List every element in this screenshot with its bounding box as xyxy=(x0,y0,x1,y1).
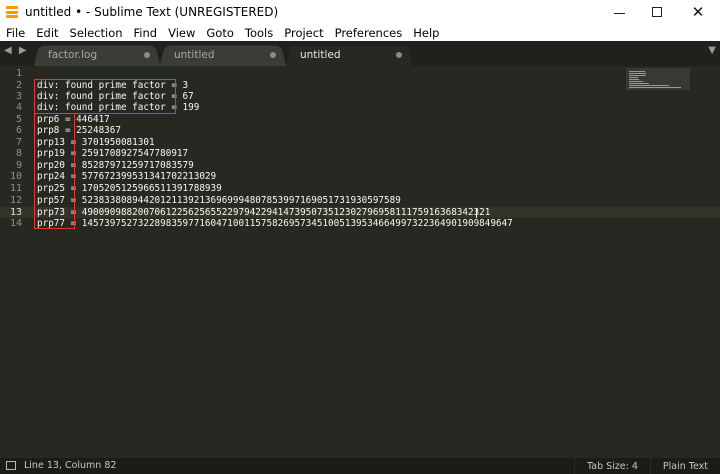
menu-selection[interactable]: Selection xyxy=(70,26,123,40)
text-cursor xyxy=(476,208,477,218)
minimap[interactable] xyxy=(626,68,690,90)
minimize-button[interactable] xyxy=(600,0,638,24)
code-line[interactable]: prp57 = 52383380894420121139213696999480… xyxy=(37,195,401,206)
status-bar: Line 13, Column 82 Tab Size: 4 Plain Tex… xyxy=(0,458,720,474)
close-button[interactable]: ✕ xyxy=(676,0,720,24)
annotation-box-prp-labels xyxy=(34,113,75,229)
editor-pane[interactable]: 1 2 3 4 5 6 7 8 9 10 11 12 13 14 div: fo… xyxy=(0,66,720,458)
maximize-icon xyxy=(652,7,662,17)
window-controls: ✕ xyxy=(600,0,720,24)
tab-close-icon[interactable] xyxy=(144,52,150,58)
menu-project[interactable]: Project xyxy=(284,26,323,40)
cursor-position: Line 13, Column 82 xyxy=(24,460,117,471)
sublime-text-icon xyxy=(4,4,20,20)
menu-help[interactable]: Help xyxy=(413,26,439,40)
tab-close-icon[interactable] xyxy=(270,52,276,58)
line-number: 4 xyxy=(15,102,22,113)
line-number: 10 xyxy=(9,171,22,182)
line-number: 5 xyxy=(15,114,22,125)
line-number: 14 xyxy=(9,218,22,229)
tab-bar: ◀ ▶ factor.log untitled untitled ▼ xyxy=(0,41,720,66)
menu-view[interactable]: View xyxy=(168,26,195,40)
tab-scroll-arrows-icon[interactable]: ◀ ▶ xyxy=(4,45,29,56)
tab-factor-log[interactable]: factor.log xyxy=(34,44,160,66)
tab-label: untitled xyxy=(174,49,215,61)
maximize-button[interactable] xyxy=(638,0,676,24)
window-title: untitled • - Sublime Text (UNREGISTERED) xyxy=(25,5,279,19)
code-line-current[interactable]: prp73 = 49009098820070612256256552297942… xyxy=(37,207,490,218)
line-number: 6 xyxy=(15,125,22,136)
line-number: 11 xyxy=(9,183,22,194)
menu-goto[interactable]: Goto xyxy=(206,26,234,40)
title-bar: untitled • - Sublime Text (UNREGISTERED)… xyxy=(0,0,720,24)
menu-edit[interactable]: Edit xyxy=(36,26,58,40)
menu-find[interactable]: Find xyxy=(134,26,158,40)
syntax-label: Plain Text xyxy=(662,460,708,472)
annotation-box-div-factors xyxy=(34,79,176,114)
menu-preferences[interactable]: Preferences xyxy=(335,26,403,40)
line-number: 7 xyxy=(15,137,22,148)
line-number: 8 xyxy=(15,148,22,159)
tab-size-label: Tab Size: 4 xyxy=(587,460,638,472)
tab-list-dropdown-icon[interactable]: ▼ xyxy=(708,45,716,56)
code-line[interactable]: prp77 = 14573975273228983597716047100115… xyxy=(37,218,513,229)
syntax-selector[interactable]: Plain Text xyxy=(649,458,720,474)
menu-bar: File Edit Selection Find View Goto Tools… xyxy=(0,24,720,41)
tab-untitled-1[interactable]: untitled xyxy=(160,44,286,66)
line-number-current: 13 xyxy=(9,207,22,218)
line-number: 3 xyxy=(15,91,22,102)
tab-label: untitled xyxy=(300,49,341,61)
tab-size-selector[interactable]: Tab Size: 4 xyxy=(574,458,650,474)
menu-file[interactable]: File xyxy=(6,26,25,40)
menu-tools[interactable]: Tools xyxy=(245,26,273,40)
line-number: 9 xyxy=(15,160,22,171)
tab-untitled-2[interactable]: untitled xyxy=(286,44,412,66)
line-number: 12 xyxy=(9,195,22,206)
line-number: 2 xyxy=(15,80,22,91)
minimize-icon xyxy=(613,12,625,14)
panel-switcher-icon[interactable] xyxy=(6,461,16,470)
line-number: 1 xyxy=(15,68,22,79)
tab-label: factor.log xyxy=(48,49,98,61)
line-number-gutter: 1 2 3 4 5 6 7 8 9 10 11 12 13 14 xyxy=(0,66,32,458)
tab-dirty-indicator-icon[interactable] xyxy=(396,52,402,58)
close-icon: ✕ xyxy=(691,3,705,21)
